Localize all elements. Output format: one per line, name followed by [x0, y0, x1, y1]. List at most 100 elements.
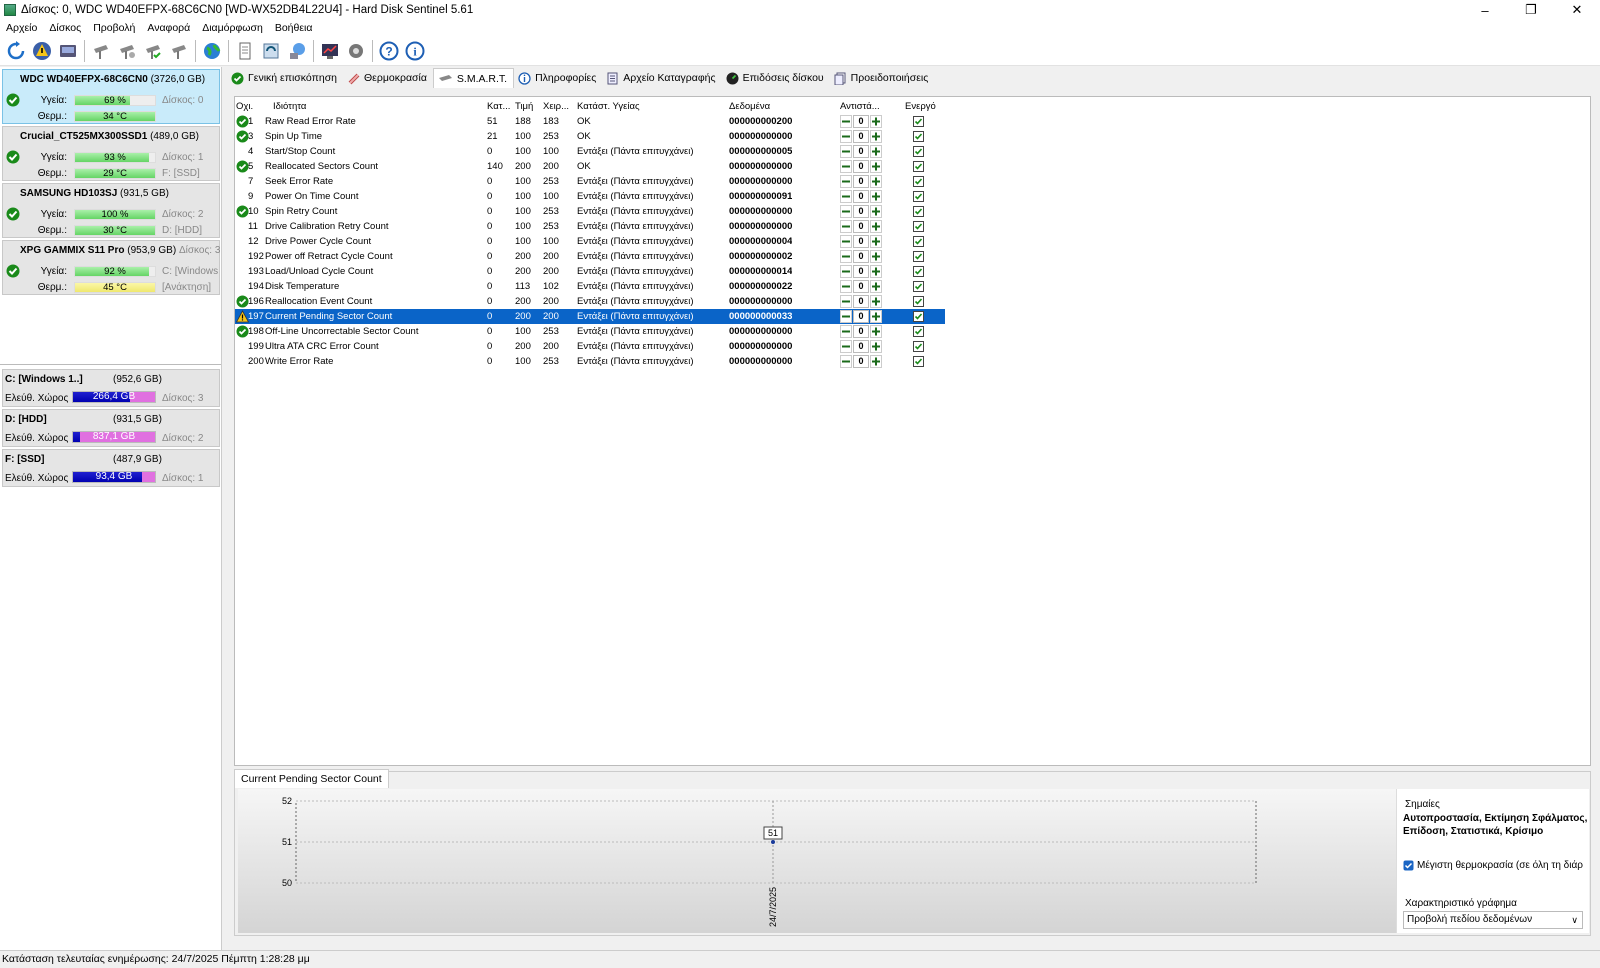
plus-icon[interactable]: [870, 280, 882, 293]
tab-temperature[interactable]: Θερμοκρασία: [343, 68, 433, 88]
minus-icon[interactable]: [840, 205, 852, 218]
tab-information[interactable]: Πληροφορίες: [514, 68, 602, 88]
adjust-value[interactable]: 0: [853, 280, 869, 293]
column-header-id[interactable]: Οχι.: [236, 101, 253, 112]
enabled-checkbox[interactable]: [913, 326, 924, 337]
adjust-value[interactable]: 0: [853, 340, 869, 353]
disk-ok-icon[interactable]: [142, 40, 164, 62]
warning-icon[interactable]: [31, 40, 53, 62]
minus-icon[interactable]: [840, 355, 852, 368]
minus-icon[interactable]: [840, 235, 852, 248]
adjust-value[interactable]: 0: [853, 295, 869, 308]
max-temp-checkbox[interactable]: Μέγιστη θερμοκρασία (σε όλη τη διάρ: [1403, 860, 1590, 871]
enabled-checkbox[interactable]: [913, 356, 924, 367]
adjust-value[interactable]: 0: [853, 220, 869, 233]
disk-check-icon[interactable]: [168, 40, 190, 62]
info-icon[interactable]: i: [404, 40, 426, 62]
adjust-value[interactable]: 0: [853, 355, 869, 368]
enabled-checkbox[interactable]: [913, 281, 924, 292]
minus-icon[interactable]: [840, 160, 852, 173]
minus-icon[interactable]: [840, 340, 852, 353]
plus-icon[interactable]: [870, 130, 882, 143]
table-row[interactable]: 5 Reallocated Sectors Count 140 200 200 OK 000…: [235, 159, 945, 174]
table-row[interactable]: 1 Raw Read Error Rate 51 188 183 OK 0000000002…: [235, 114, 945, 129]
tab-performance[interactable]: Επιδόσεις δίσκου: [722, 68, 830, 88]
minus-icon[interactable]: [840, 295, 852, 308]
minimize-button[interactable]: –: [1462, 0, 1508, 20]
minus-icon[interactable]: [840, 190, 852, 203]
adjust-value[interactable]: 0: [853, 265, 869, 278]
settings-icon[interactable]: [345, 40, 367, 62]
minus-icon[interactable]: [840, 130, 852, 143]
column-header-health-status[interactable]: Κατάστ. Υγείας: [577, 101, 727, 112]
table-row[interactable]: 194 Disk Temperature 0 113 102 Εντάξει (Πάντα…: [235, 279, 945, 294]
enabled-checkbox[interactable]: [913, 341, 924, 352]
column-header-value[interactable]: Τιμή: [515, 101, 541, 112]
column-header-enabled[interactable]: Ενεργό: [905, 101, 936, 112]
table-row[interactable]: 197 Current Pending Sector Count 0 200 200 Εν…: [235, 309, 945, 324]
close-button[interactable]: ✕: [1554, 0, 1600, 20]
plus-icon[interactable]: [870, 325, 882, 338]
adjust-value[interactable]: 0: [853, 205, 869, 218]
plus-icon[interactable]: [870, 295, 882, 308]
sync-icon[interactable]: [260, 40, 282, 62]
menu-file[interactable]: Αρχείο: [0, 22, 43, 34]
table-row[interactable]: 7 Seek Error Rate 0 100 253 Εντάξει (Πάντα επ…: [235, 174, 945, 189]
enabled-checkbox[interactable]: [913, 206, 924, 217]
adjust-value[interactable]: 0: [853, 130, 869, 143]
minus-icon[interactable]: [840, 250, 852, 263]
column-header-adjust[interactable]: Αντιστά...: [840, 101, 880, 112]
enabled-checkbox[interactable]: [913, 236, 924, 247]
volume-item-f[interactable]: F: [SSD] (487,9 GB) Ελεύθ. Χώρος 93,4 GB…: [2, 449, 220, 487]
plus-icon[interactable]: [870, 220, 882, 233]
disk-item-1[interactable]: Crucial_CT525MX300SSD1 (489,0 GB) Υγεία:…: [2, 126, 220, 181]
adjust-value[interactable]: 0: [853, 160, 869, 173]
plus-icon[interactable]: [870, 190, 882, 203]
enabled-checkbox[interactable]: [913, 131, 924, 142]
enabled-checkbox[interactable]: [913, 221, 924, 232]
plus-icon[interactable]: [870, 175, 882, 188]
column-header-attribute[interactable]: Ιδιότητα: [273, 101, 493, 112]
table-row[interactable]: 11 Drive Calibration Retry Count 0 100 253 Εν…: [235, 219, 945, 234]
table-row[interactable]: 12 Drive Power Cycle Count 0 100 100 Εντάξει …: [235, 234, 945, 249]
chart-type-select[interactable]: Προβολή πεδίου δεδομένων ∨: [1403, 911, 1583, 929]
adjust-value[interactable]: 0: [853, 235, 869, 248]
disk-test-icon[interactable]: [116, 40, 138, 62]
plus-icon[interactable]: [870, 265, 882, 278]
adjust-value[interactable]: 0: [853, 145, 869, 158]
enabled-checkbox[interactable]: [913, 191, 924, 202]
menu-help[interactable]: Βοήθεια: [269, 22, 319, 34]
report-icon[interactable]: [57, 40, 79, 62]
minus-icon[interactable]: [840, 115, 852, 128]
minus-icon[interactable]: [840, 175, 852, 188]
table-row[interactable]: 193 Load/Unload Cycle Count 0 200 200 Εντάξει…: [235, 264, 945, 279]
menu-disk[interactable]: Δίσκος: [43, 22, 87, 34]
restore-button[interactable]: ❐: [1508, 0, 1554, 20]
enabled-checkbox[interactable]: [913, 176, 924, 187]
tab-attribute-chart[interactable]: Current Pending Sector Count: [234, 769, 389, 788]
plus-icon[interactable]: [870, 160, 882, 173]
enabled-checkbox[interactable]: [913, 311, 924, 322]
volume-item-d[interactable]: D: [HDD] (931,5 GB) Ελεύθ. Χώρος 837,1 G…: [2, 409, 220, 447]
document-icon[interactable]: [234, 40, 256, 62]
adjust-value[interactable]: 0: [853, 325, 869, 338]
table-row[interactable]: 199 Ultra ATA CRC Error Count 0 200 200 Εντάξ…: [235, 339, 945, 354]
tab-log[interactable]: Αρχείο Καταγραφής: [602, 68, 721, 88]
table-row[interactable]: 196 Reallocation Event Count 0 200 200 Εντάξε…: [235, 294, 945, 309]
table-row[interactable]: 4 Start/Stop Count 0 100 100 Εντάξει (Πάντα ε…: [235, 144, 945, 159]
minus-icon[interactable]: [840, 280, 852, 293]
adjust-value[interactable]: 0: [853, 115, 869, 128]
enabled-checkbox[interactable]: [913, 146, 924, 157]
enabled-checkbox[interactable]: [913, 161, 924, 172]
adjust-value[interactable]: 0: [853, 310, 869, 323]
help-icon[interactable]: ?: [378, 40, 400, 62]
chart-icon[interactable]: [319, 40, 341, 62]
table-row[interactable]: 192 Power off Retract Cycle Count 0 200 200 Ε…: [235, 249, 945, 264]
tab-alerts[interactable]: Προειδοποιήσεις: [830, 68, 935, 88]
plus-icon[interactable]: [870, 145, 882, 158]
column-header-threshold[interactable]: Κατ...: [487, 101, 513, 112]
table-row[interactable]: 200 Write Error Rate 0 100 253 Εντάξει (Πάντα…: [235, 354, 945, 369]
adjust-value[interactable]: 0: [853, 190, 869, 203]
enabled-checkbox[interactable]: [913, 116, 924, 127]
adjust-value[interactable]: 0: [853, 250, 869, 263]
